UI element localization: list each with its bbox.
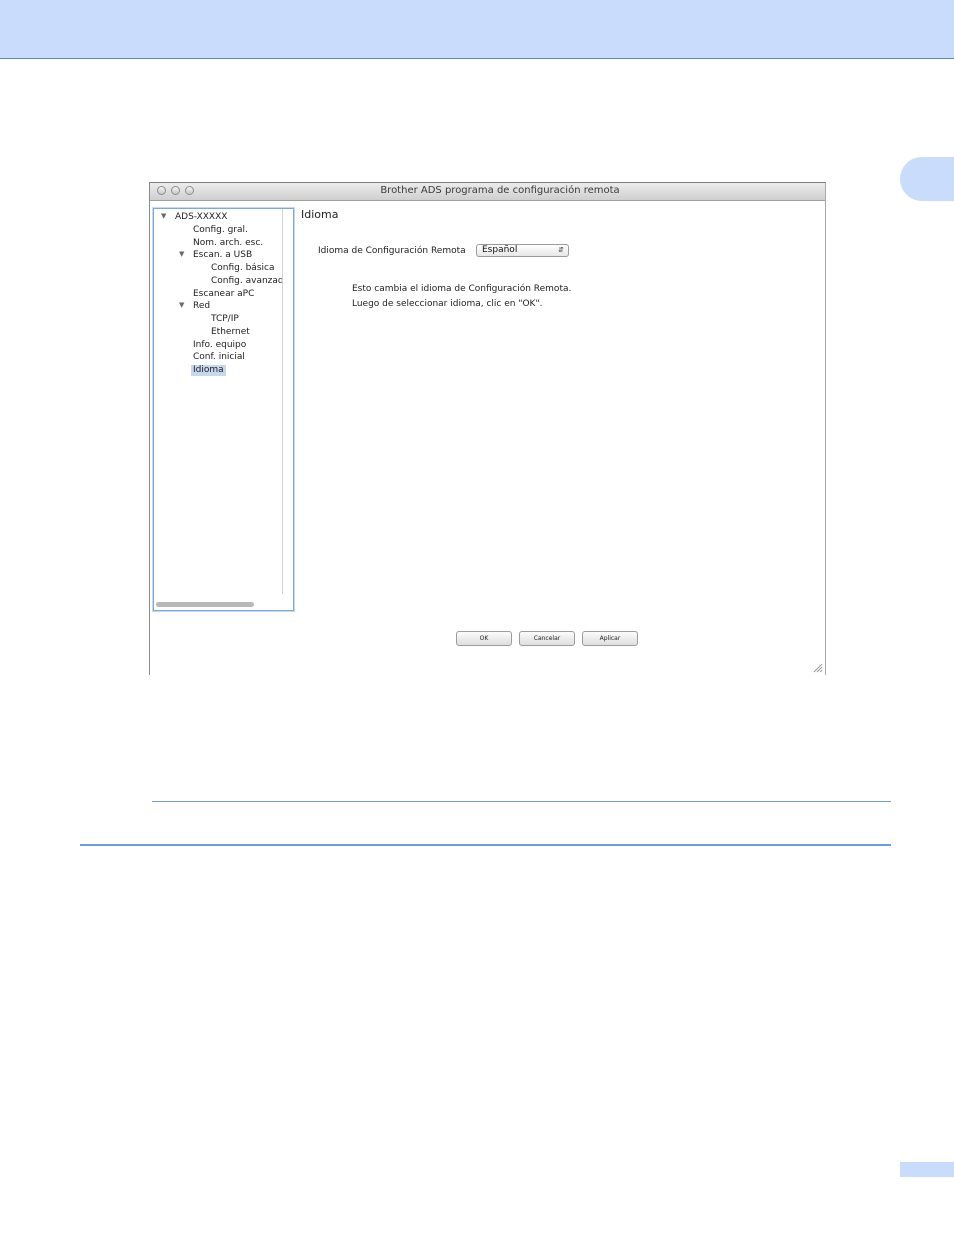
tree-item-ethernet[interactable]: Ethernet (211, 327, 250, 338)
page-number-tab (900, 1162, 954, 1177)
tree-item-general-settings[interactable]: Config. gral. (193, 225, 248, 236)
tree-item-machine-info[interactable]: Info. equipo (193, 340, 246, 351)
ok-button[interactable]: OK (456, 631, 512, 646)
tree-item-advanced-settings[interactable]: Config. avanzad (211, 276, 284, 287)
tree-item-basic-settings[interactable]: Config. básica (211, 263, 274, 274)
tree-vertical-scroll-track[interactable] (282, 209, 283, 594)
tree-item-scan-to-usb[interactable]: Escan. a USB (193, 250, 252, 261)
disclosure-triangle-icon[interactable]: ▼ (161, 212, 166, 221)
settings-tree[interactable]: ▼ ADS-XXXXX Config. gral. Nom. arch. esc… (153, 208, 294, 611)
language-label: Idioma de Configuración Remota (318, 246, 466, 256)
window-titlebar[interactable]: Brother ADS programa de configuración re… (150, 183, 825, 201)
tree-item-scan-file-name[interactable]: Nom. arch. esc. (193, 238, 263, 249)
section-divider (152, 801, 891, 802)
tree-item-initial-setup[interactable]: Conf. inicial (193, 352, 245, 363)
resize-grip-icon[interactable] (813, 663, 823, 673)
pane-title: Idioma (301, 208, 339, 221)
content-area: ▼ ADS-XXXXX Config. gral. Nom. arch. esc… (150, 201, 825, 675)
disclosure-triangle-icon[interactable]: ▼ (179, 301, 184, 310)
app-window: Brother ADS programa de configuración re… (149, 182, 826, 675)
apply-button[interactable]: Aplicar (582, 631, 638, 646)
tree-item-language[interactable]: Idioma (191, 365, 226, 376)
chapter-tab (900, 157, 954, 201)
disclosure-triangle-icon[interactable]: ▼ (179, 250, 184, 259)
info-text-line2: Luego de seleccionar idioma, clic en "OK… (352, 299, 543, 309)
tree-item-device[interactable]: ADS-XXXXX (175, 212, 227, 223)
cancel-button[interactable]: Cancelar (519, 631, 575, 646)
tree-item-tcpip[interactable]: TCP/IP (211, 314, 239, 325)
page-header-band (0, 0, 954, 59)
tree-horizontal-scrollbar[interactable] (156, 602, 254, 607)
window-title: Brother ADS programa de configuración re… (380, 185, 620, 196)
tree-item-scan-to-pc[interactable]: Escanear aPC (193, 289, 254, 300)
info-text-line1: Esto cambia el idioma de Configuración R… (352, 284, 572, 294)
tree-item-network[interactable]: Red (193, 301, 210, 312)
language-select[interactable]: Español ⇵ (476, 244, 569, 257)
select-arrows-icon: ⇵ (558, 246, 564, 254)
footer-divider (80, 844, 891, 846)
language-select-value: Español (482, 245, 518, 255)
